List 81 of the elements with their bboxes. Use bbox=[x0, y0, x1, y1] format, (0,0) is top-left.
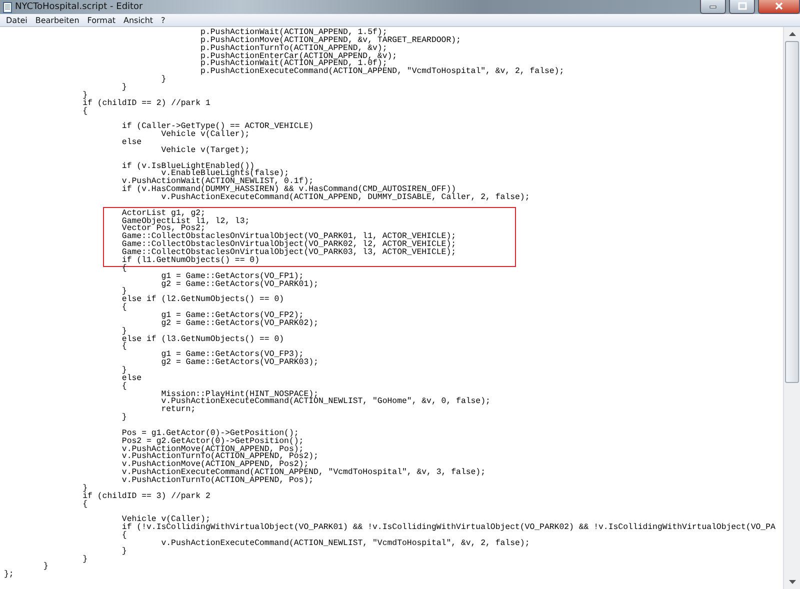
vertical-scrollbar[interactable] bbox=[783, 27, 800, 589]
down-arrow-icon bbox=[788, 580, 796, 584]
code-line: { bbox=[82, 500, 89, 508]
menu-item[interactable]: Datei bbox=[2, 16, 32, 24]
maximize-button[interactable] bbox=[729, 0, 755, 14]
close-icon bbox=[775, 2, 783, 10]
code-line: if (l1.GetNumObjects() == 0) bbox=[120, 256, 260, 265]
code-line: if (!v.IsCollidingWithVirtualObject(VO_PARK01) && !v.IsCollidingWithVirtualObject(VO_PARK02) && !v.IsCollidingWithVirtualObject(VO_PA bbox=[120, 524, 776, 532]
minimize-icon bbox=[709, 3, 717, 9]
code-line: p.PushActionTurnTo(ACTION_APPEND, &v); bbox=[200, 44, 388, 53]
code-line: g2 = Game::GetActors(VO_PARK02); bbox=[160, 320, 320, 328]
code-line: p.PushActionExecuteCommand(ACTION_APPEND, "VcmdToHospital", &v, 2, false); bbox=[200, 68, 566, 76]
menu-item[interactable]: Ansicht bbox=[120, 16, 158, 24]
menu-item[interactable]: Bearbeiten bbox=[31, 16, 84, 24]
menu-item[interactable]: Format bbox=[83, 16, 120, 24]
code-line: Vehicle v(Caller); bbox=[160, 131, 251, 140]
code-line: v.PushActionExecuteCommand(ACTION_APPEND, "VcmdToHospital", &v, 3, false); bbox=[120, 469, 487, 477]
code-line: g1 = Game::GetActors(VO_FP2); bbox=[160, 312, 304, 320]
code-line: v.PushActionMove(ACTION_APPEND, Pos); bbox=[120, 446, 304, 454]
notepad-icon bbox=[3, 2, 12, 12]
code-line: g2 = Game::GetActors(VO_PARK01); bbox=[160, 280, 320, 288]
code-line: g1 = Game::GetActors(VO_FP3); bbox=[160, 351, 304, 360]
maximize-icon bbox=[738, 2, 746, 10]
code-line: Pos = g1.GetActor(0)->GetPosition(); bbox=[120, 430, 299, 438]
code-line: GameObjectList l1, l2, l3; bbox=[120, 218, 251, 226]
code-line: Game::CollectObstaclesOnVirtualObject(VO_PARK02, l2, ACTOR_VEHICLE); bbox=[120, 241, 458, 250]
code-line: g1 = Game::GetActors(VO_FP1); bbox=[160, 272, 304, 280]
code-line: else if (l2.GetNumObjects() == 0) bbox=[120, 296, 286, 304]
code-line: } bbox=[42, 563, 50, 572]
code-line: v.EnableBlueLights(false); bbox=[161, 170, 289, 178]
code-line: if (childID == 2) //park 1 bbox=[82, 100, 212, 108]
code-line: p.PushActionEnterCar(ACTION_APPEND, &v); bbox=[200, 52, 398, 60]
window-title: NYCToHospital.script - Editor bbox=[15, 2, 144, 12]
code-line: { bbox=[120, 304, 128, 312]
code-line: ActorList g1, g2; bbox=[120, 210, 206, 218]
code-line: } bbox=[120, 366, 127, 375]
code-line: v.PushActionExecuteCommand(ACTION_NEWLIST, "GoHome", &v, 0, false); bbox=[160, 398, 492, 406]
menu-item[interactable]: ? bbox=[157, 16, 170, 24]
code-line: Game::CollectObstaclesOnVirtualObject(VO_PARK03, l3, ACTOR_VEHICLE); bbox=[120, 249, 458, 257]
code-line: v.PushActionExecuteCommand(ACTION_APPEND, DUMMY_DISABLE, Caller, 2, false); bbox=[160, 194, 531, 202]
code-line: if (v.IsBlueLightEnabled()) bbox=[120, 162, 255, 170]
scrollbar-thumb[interactable] bbox=[785, 41, 799, 383]
code-line: if (v.HasCommand(DUMMY_HASSIREN) && v.HasCommand(CMD_AUTOSIREN_OFF)) bbox=[120, 186, 456, 194]
code-line: else bbox=[120, 139, 143, 147]
code-line: { bbox=[120, 343, 128, 352]
close-button[interactable] bbox=[758, 0, 800, 14]
code-line: { bbox=[82, 108, 89, 116]
code-line: v.PushActionExecuteCommand(ACTION_NEWLIST, "VcmdToHospital", &v, 2, false); bbox=[160, 540, 531, 548]
code-line: } bbox=[120, 288, 127, 296]
code-line: else bbox=[120, 374, 143, 383]
code-line: Game::CollectObstaclesOnVirtualObject(VO_PARK01, l1, ACTOR_VEHICLE); bbox=[120, 233, 458, 242]
code-line: Vehicle v(Caller); bbox=[120, 516, 210, 524]
code-line: if (childID == 3) //park 2 bbox=[82, 492, 212, 501]
code-line: Pos2 = g2.GetActor(0)->GetPosition(); bbox=[120, 438, 305, 446]
code-line: { bbox=[120, 382, 128, 391]
code-line: } bbox=[82, 92, 88, 100]
code-line: v.PushActionWait(ACTION_NEWLIST, 0.1f); bbox=[120, 178, 314, 186]
code-line: Vector Pos, Pos2; bbox=[120, 225, 206, 234]
code-line: } bbox=[82, 484, 88, 493]
code-line: if (Caller->GetType() == ACTOR_VEHICLE) bbox=[120, 123, 315, 132]
code-line: else if (l3.GetNumObjects() == 0) bbox=[120, 336, 286, 344]
code-line: p.PushActionWait(ACTION_APPEND, 1.0f); bbox=[200, 60, 388, 68]
code-line: g2 = Game::GetActors(VO_PARK03); bbox=[160, 359, 320, 367]
code-line: Vehicle v(Target); bbox=[160, 146, 251, 155]
code-line: }; bbox=[4, 571, 15, 580]
code-line: return; bbox=[160, 406, 197, 414]
code-line: } bbox=[120, 548, 128, 556]
code-line: v.PushActionMove(ACTION_APPEND, Pos2); bbox=[120, 461, 309, 470]
code-line: Mission::PlayHint(HINT_NOSPACE); bbox=[160, 390, 318, 398]
code-line: p.PushActionWait(ACTION_APPEND, 1.5f); bbox=[200, 29, 388, 37]
code-line: { bbox=[120, 532, 128, 540]
code-line: v.PushActionTurnTo(ACTION_APPEND, Pos); bbox=[120, 476, 314, 485]
up-arrow-icon bbox=[788, 32, 796, 36]
code-line: } bbox=[82, 556, 89, 564]
code-line: } bbox=[120, 328, 127, 336]
code-line: p.PushActionMove(ACTION_APPEND, &v, TARGET_REARDOOR); bbox=[200, 36, 462, 45]
minimize-button[interactable] bbox=[700, 0, 726, 14]
code-line: } bbox=[120, 84, 128, 92]
code-line: v.PushActionTurnTo(ACTION_APPEND, Pos2); bbox=[120, 453, 320, 462]
code-line: } bbox=[160, 76, 168, 84]
code-line: } bbox=[120, 414, 128, 422]
